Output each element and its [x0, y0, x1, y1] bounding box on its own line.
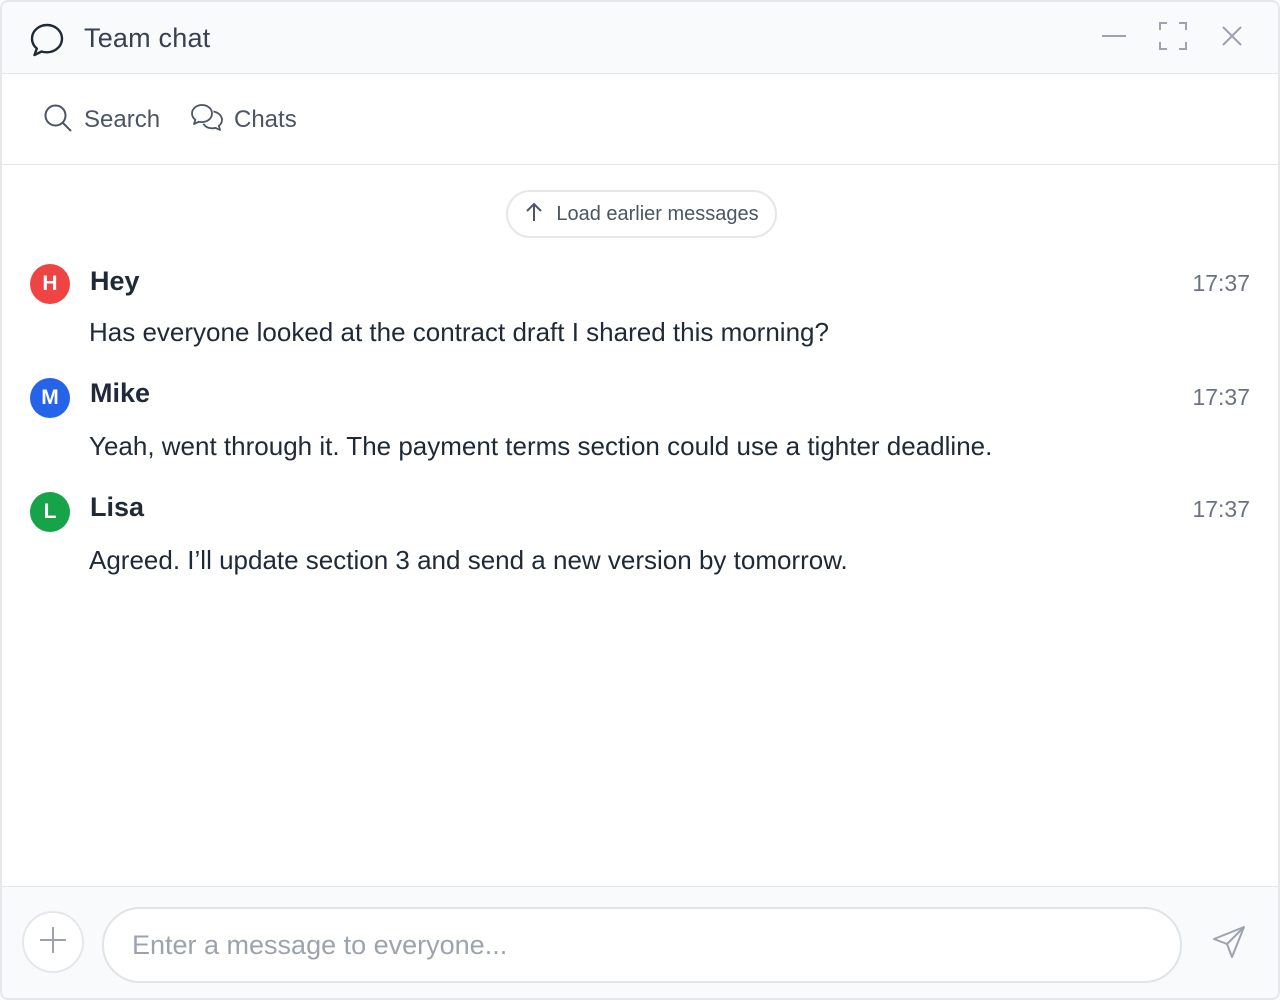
message-item: M Mike 17:37 Yeah, went through it. The …: [2, 374, 1278, 474]
message-input[interactable]: [102, 907, 1182, 983]
message-text: Yeah, went through it. The payment terms…: [89, 431, 993, 461]
message-text: Has everyone looked at the contract draf…: [89, 317, 829, 347]
message-text: Agreed. I’ll update section 3 and send a…: [89, 545, 848, 575]
attach-button[interactable]: [22, 911, 84, 973]
message-item: H Hey 17:37 Has everyone looked at the c…: [2, 260, 1278, 360]
arrow-up-icon: [524, 201, 556, 228]
chat-window: Team chat Search Chats Load earlier mess…: [0, 0, 1280, 1000]
search-button[interactable]: Search: [42, 102, 160, 138]
avatar: L: [30, 492, 70, 532]
close-icon: [1220, 24, 1244, 53]
message-list: Load earlier messages H Hey 17:37 Has ev…: [2, 165, 1278, 887]
avatar-initial: M: [41, 386, 59, 409]
sender-name: Lisa: [90, 492, 145, 522]
window-title: Team chat: [84, 23, 211, 53]
avatar: M: [30, 378, 70, 418]
composer: [2, 886, 1278, 998]
title-bar: Team chat: [2, 2, 1278, 74]
send-button[interactable]: [1208, 923, 1250, 965]
plus-icon: [38, 925, 68, 960]
send-icon: [1211, 924, 1247, 965]
avatar: H: [30, 264, 70, 304]
message-time: 17:37: [1192, 270, 1250, 296]
load-earlier-button[interactable]: Load earlier messages: [506, 190, 777, 238]
close-button[interactable]: [1214, 20, 1250, 56]
chats-label: Chats: [234, 106, 297, 133]
message-time: 17:37: [1192, 496, 1250, 522]
minimize-icon: [1100, 22, 1128, 55]
load-earlier-label: Load earlier messages: [556, 202, 759, 225]
search-icon: [42, 102, 84, 139]
chats-button[interactable]: Chats: [190, 102, 297, 138]
sender-name: Hey: [90, 266, 140, 296]
maximize-button[interactable]: [1155, 20, 1191, 56]
avatar-initial: L: [43, 500, 57, 523]
sender-name: Mike: [90, 378, 151, 408]
avatar-initial: H: [42, 272, 58, 295]
toolbar: Search Chats: [2, 74, 1278, 165]
chat-bubble-icon: [28, 21, 66, 59]
search-label: Search: [84, 106, 161, 133]
minimize-button[interactable]: [1096, 20, 1132, 56]
maximize-icon: [1158, 21, 1188, 56]
message-item: L Lisa 17:37 Agreed. I’ll update section…: [2, 488, 1278, 588]
message-time: 17:37: [1192, 384, 1250, 410]
chats-icon: [190, 102, 234, 139]
